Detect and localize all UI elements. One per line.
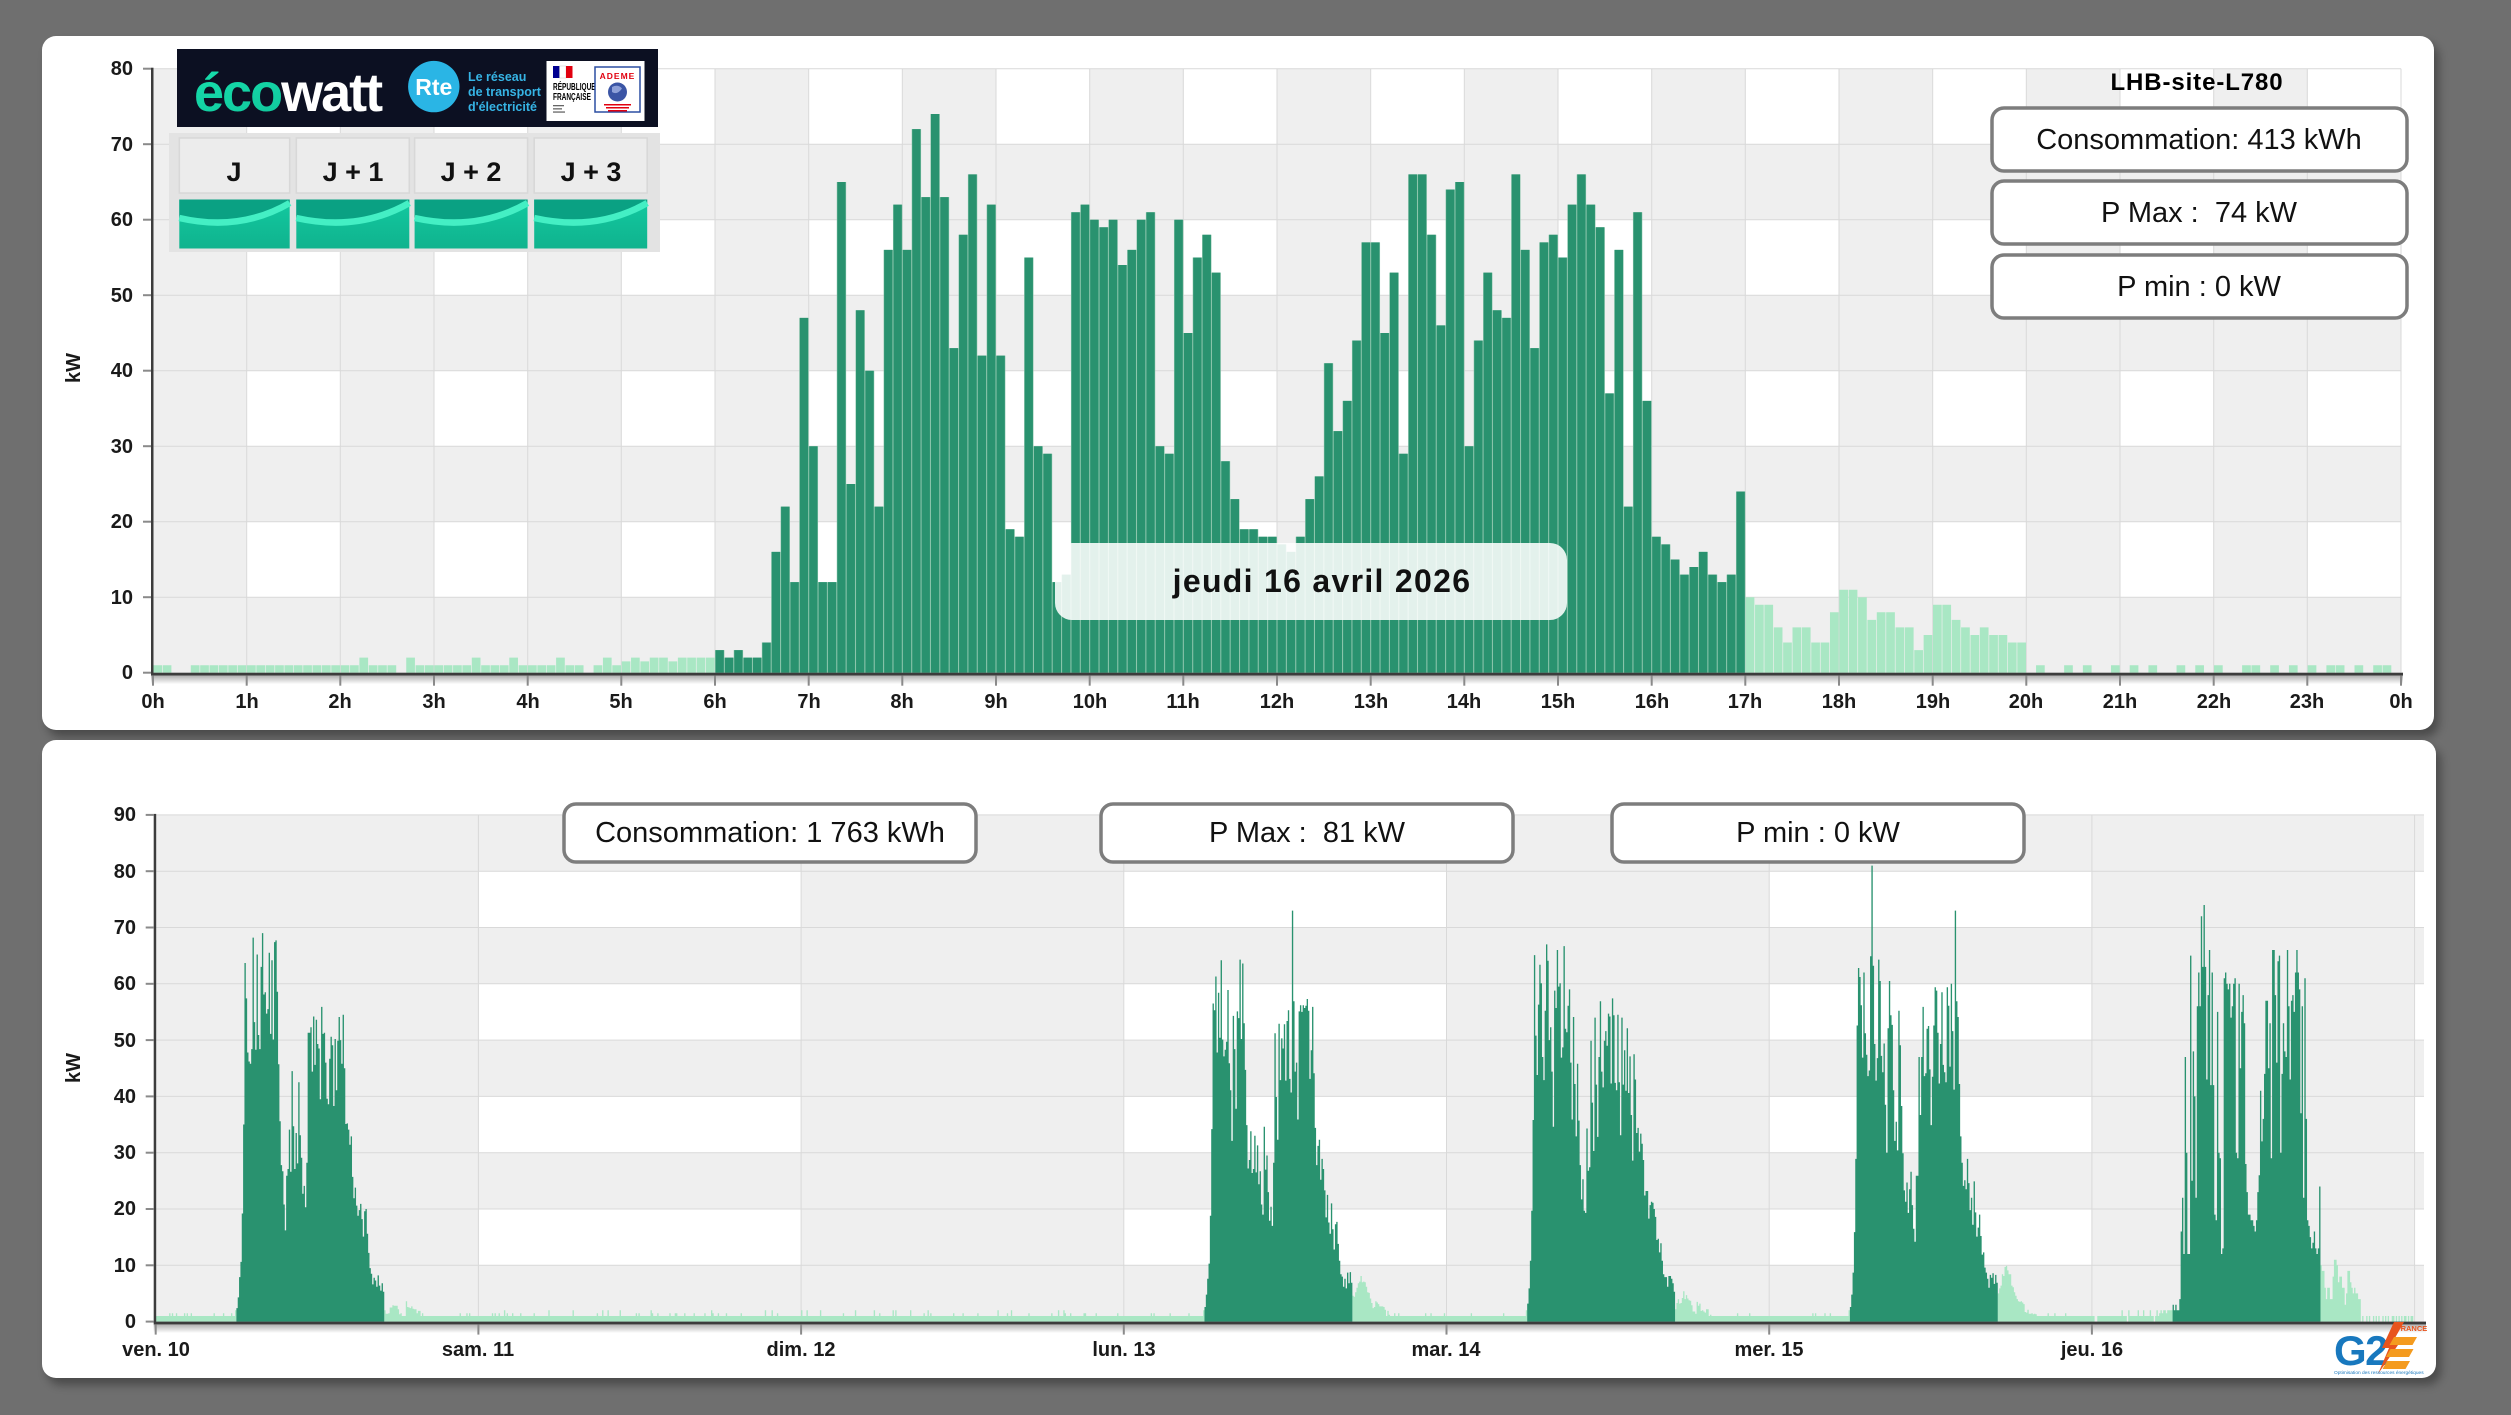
svg-text:10: 10 — [114, 1255, 136, 1277]
svg-text:P min : 0 kW: P min : 0 kW — [1736, 817, 1900, 849]
svg-text:ADEME: ADEME — [600, 71, 636, 81]
svg-text:3h: 3h — [422, 691, 445, 713]
svg-text:Le réseau: Le réseau — [468, 70, 526, 84]
svg-text:10h: 10h — [1073, 691, 1107, 713]
svg-text:sam. 11: sam. 11 — [442, 1339, 514, 1361]
svg-text:40: 40 — [114, 1086, 136, 1108]
svg-text:20h: 20h — [2009, 691, 2043, 713]
svg-text:18h: 18h — [1822, 691, 1856, 713]
svg-text:30: 30 — [114, 1142, 136, 1164]
svg-text:22h: 22h — [2197, 691, 2231, 713]
svg-text:21h: 21h — [2103, 691, 2137, 713]
svg-text:5h: 5h — [609, 691, 632, 713]
svg-text:0: 0 — [122, 662, 133, 684]
svg-text:60: 60 — [111, 209, 133, 231]
svg-text:P Max : 74 kW: P Max : 74 kW — [2101, 197, 2298, 229]
svg-text:Consommation: 413 kWh: Consommation: 413 kWh — [2036, 124, 2362, 156]
svg-text:mer. 15: mer. 15 — [1735, 1339, 1804, 1361]
svg-text:Consommation: 1 763 kWh: Consommation: 1 763 kWh — [595, 817, 945, 849]
svg-text:50: 50 — [111, 285, 133, 307]
svg-text:10: 10 — [111, 587, 133, 609]
svg-text:kW: kW — [63, 1053, 85, 1083]
svg-text:80: 80 — [111, 58, 133, 80]
svg-text:dim. 12: dim. 12 — [767, 1339, 836, 1361]
svg-text:0h: 0h — [141, 691, 164, 713]
svg-text:J: J — [226, 157, 241, 187]
svg-text:60: 60 — [114, 973, 136, 995]
svg-text:20: 20 — [111, 511, 133, 533]
svg-text:70: 70 — [111, 134, 133, 156]
svg-text:kW: kW — [63, 353, 85, 383]
svg-text:jeudi 16 avril 2026: jeudi 16 avril 2026 — [1172, 563, 1472, 599]
svg-text:20: 20 — [114, 1198, 136, 1220]
svg-text:2h: 2h — [328, 691, 351, 713]
svg-text:13h: 13h — [1354, 691, 1388, 713]
svg-text:FRANÇAISE: FRANÇAISE — [553, 90, 591, 102]
svg-text:17h: 17h — [1728, 691, 1762, 713]
svg-text:50: 50 — [114, 1030, 136, 1052]
svg-text:0: 0 — [125, 1311, 136, 1333]
svg-text:Optimisation des ressources én: Optimisation des ressources énergétiques — [2334, 1370, 2424, 1376]
svg-text:mar. 14: mar. 14 — [1412, 1339, 1482, 1361]
svg-text:12h: 12h — [1260, 691, 1294, 713]
svg-text:70: 70 — [114, 917, 136, 939]
svg-text:Rte: Rte — [415, 74, 452, 100]
svg-text:de transport: de transport — [468, 85, 542, 99]
svg-text:J + 2: J + 2 — [441, 157, 502, 187]
svg-text:6h: 6h — [703, 691, 726, 713]
svg-text:P min : 0 kW: P min : 0 kW — [2117, 271, 2281, 303]
svg-text:J + 1: J + 1 — [323, 157, 384, 187]
svg-text:80: 80 — [114, 861, 136, 883]
svg-text:1h: 1h — [235, 691, 258, 713]
svg-text:16h: 16h — [1635, 691, 1669, 713]
svg-text:écowatt: écowatt — [194, 63, 383, 123]
svg-text:d'électricité: d'électricité — [468, 100, 537, 114]
svg-text:P Max : 81 kW: P Max : 81 kW — [1209, 817, 1406, 849]
svg-text:14h: 14h — [1447, 691, 1481, 713]
svg-text:jeu. 16: jeu. 16 — [2060, 1339, 2123, 1361]
svg-text:8h: 8h — [890, 691, 913, 713]
svg-text:G2: G2 — [2334, 1327, 2387, 1374]
svg-text:7h: 7h — [797, 691, 820, 713]
svg-text:LHB-site-L780: LHB-site-L780 — [2110, 69, 2283, 96]
svg-text:lun. 13: lun. 13 — [1092, 1339, 1155, 1361]
svg-text:40: 40 — [111, 360, 133, 382]
svg-text:19h: 19h — [1916, 691, 1950, 713]
svg-text:FRANCE: FRANCE — [2396, 1324, 2427, 1333]
svg-text:ven. 10: ven. 10 — [122, 1339, 190, 1361]
svg-text:30: 30 — [111, 436, 133, 458]
svg-text:90: 90 — [114, 804, 136, 826]
svg-text:9h: 9h — [984, 691, 1007, 713]
svg-text:11h: 11h — [1166, 691, 1199, 713]
svg-text:J + 3: J + 3 — [561, 157, 622, 187]
svg-text:15h: 15h — [1541, 691, 1575, 713]
svg-text:23h: 23h — [2290, 691, 2324, 713]
svg-text:0h: 0h — [2389, 691, 2412, 713]
svg-text:4h: 4h — [516, 691, 539, 713]
